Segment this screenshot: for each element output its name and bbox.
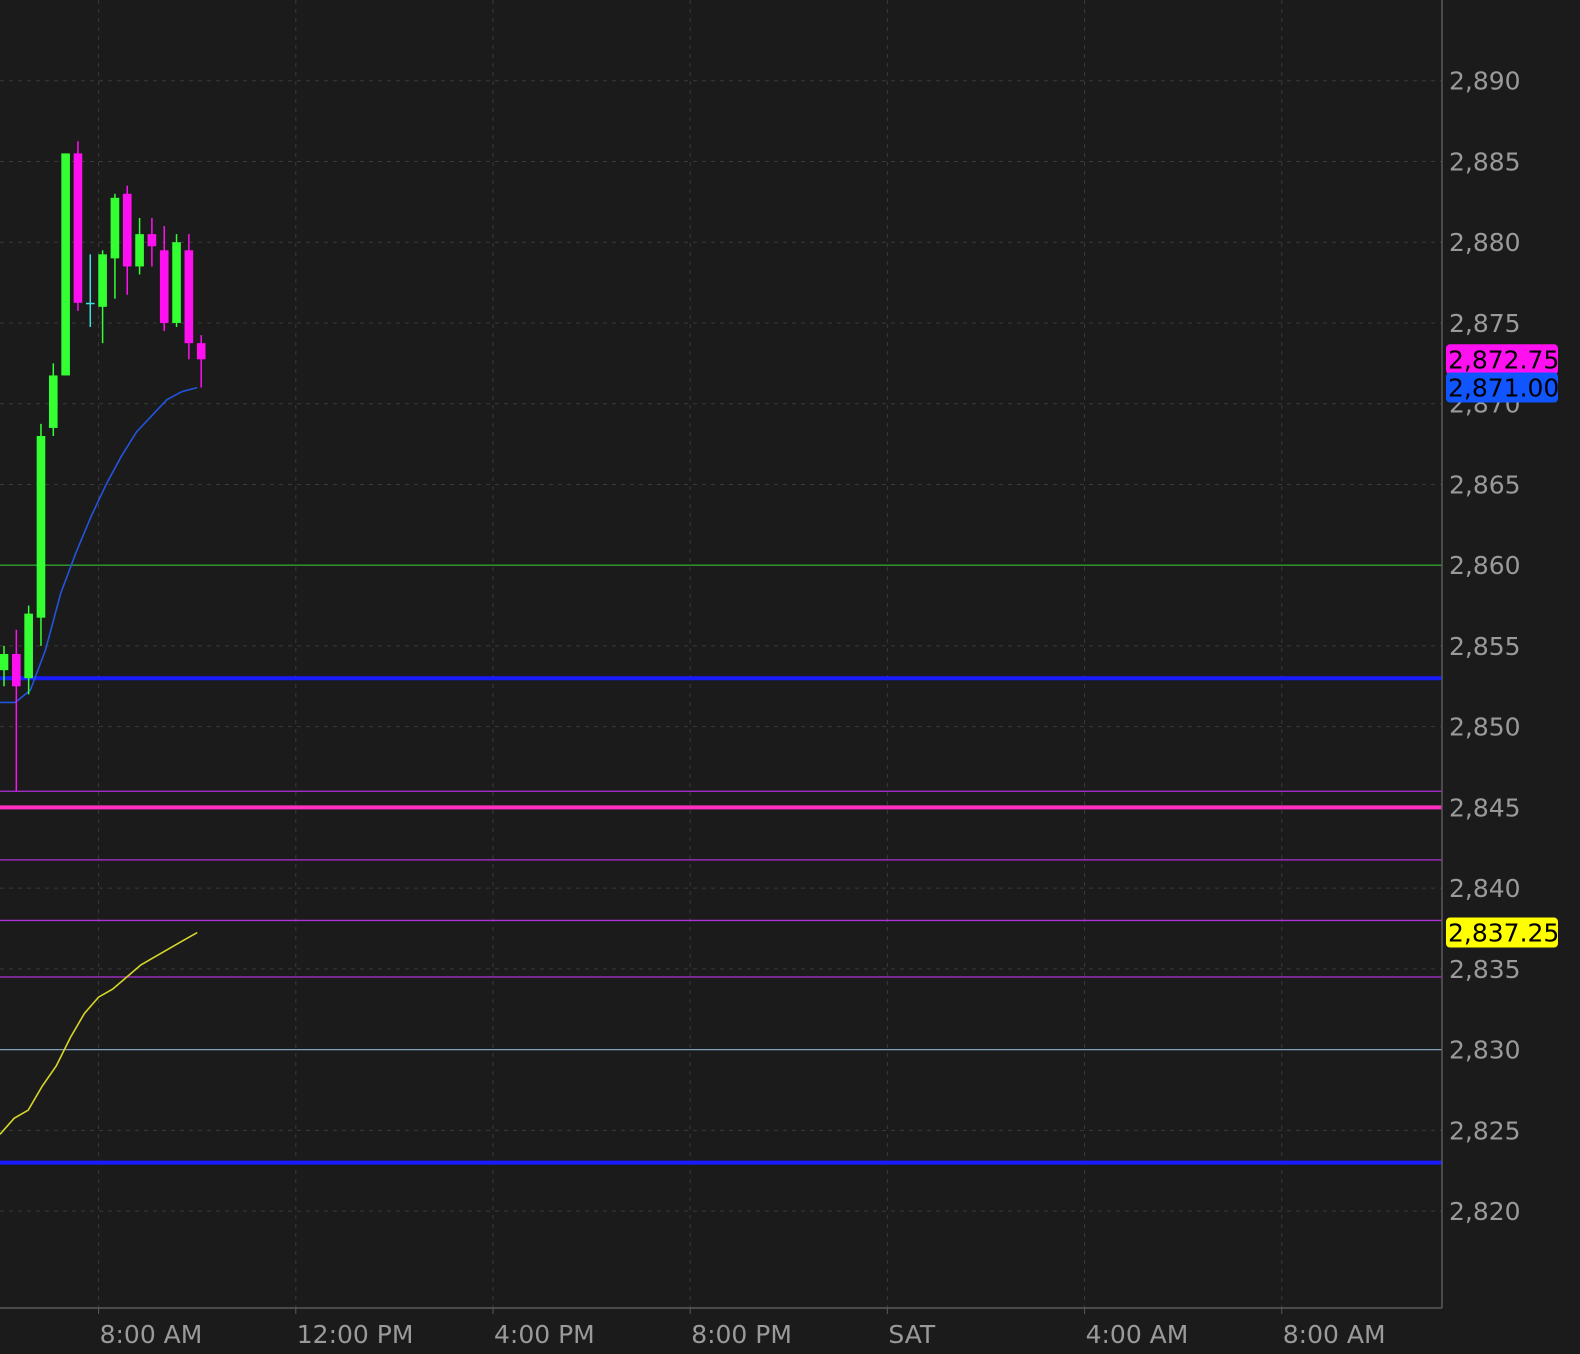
y-tick-label: 2,820 xyxy=(1449,1197,1521,1226)
candle-body xyxy=(61,153,70,376)
candle-body xyxy=(147,234,157,247)
candle-body xyxy=(122,193,132,267)
candle-body xyxy=(36,436,46,618)
y-tick-label: 2,825 xyxy=(1449,1116,1521,1145)
candle-body xyxy=(172,242,181,323)
y-tick-label: 2,850 xyxy=(1449,713,1521,742)
y-tick-label: 2,865 xyxy=(1449,470,1521,499)
candle-body xyxy=(159,250,169,323)
candle-body xyxy=(48,375,58,428)
candle xyxy=(73,141,83,311)
price-label: 2,872.75 xyxy=(1448,345,1559,374)
candle-body xyxy=(184,250,194,344)
candle xyxy=(122,185,132,295)
y-tick-label: 2,890 xyxy=(1449,67,1521,96)
candle-body xyxy=(110,197,120,259)
candle-body xyxy=(24,613,33,679)
x-tick-label: 12:00 PM xyxy=(297,1320,414,1349)
y-tick-label: 2,885 xyxy=(1449,147,1521,176)
candle-body xyxy=(98,254,107,307)
y-tick-label: 2,840 xyxy=(1449,874,1521,903)
overlay-line xyxy=(0,931,198,1135)
candle xyxy=(184,234,194,360)
overlay-lines xyxy=(0,386,198,1135)
level-lines xyxy=(0,564,1442,1165)
candle xyxy=(24,605,33,695)
y-tick-label: 2,845 xyxy=(1449,793,1521,822)
x-tick-label: 8:00 AM xyxy=(1283,1320,1386,1349)
candle xyxy=(85,254,95,327)
x-tick-label: 8:00 AM xyxy=(100,1320,203,1349)
candle xyxy=(172,234,181,327)
price-label: 2,837.25 xyxy=(1448,919,1559,948)
candle-body xyxy=(0,654,9,671)
candle-body xyxy=(12,654,21,687)
candle xyxy=(36,423,46,646)
candle xyxy=(12,629,21,792)
candle xyxy=(48,363,58,436)
candle-body xyxy=(135,234,144,267)
candle xyxy=(135,218,144,275)
candle xyxy=(98,250,107,344)
axes: 2,8902,8852,8802,8752,8702,8652,8602,855… xyxy=(0,0,1521,1349)
x-tick-label: SAT xyxy=(888,1320,935,1349)
price-label: 2,871.00 xyxy=(1448,374,1559,403)
x-tick-label: 4:00 PM xyxy=(494,1320,595,1349)
x-tick-label: 8:00 PM xyxy=(691,1320,792,1349)
candles xyxy=(0,141,206,792)
y-tick-label: 2,830 xyxy=(1449,1036,1521,1065)
y-tick-label: 2,860 xyxy=(1449,551,1521,580)
x-tick-label: 4:00 AM xyxy=(1086,1320,1189,1349)
candle-body xyxy=(85,302,95,305)
candle xyxy=(147,218,157,267)
candle xyxy=(61,153,70,376)
candle-body xyxy=(196,343,206,360)
candle xyxy=(196,335,206,388)
candle xyxy=(110,193,120,299)
candle xyxy=(0,645,9,687)
candle xyxy=(159,226,169,332)
y-tick-label: 2,855 xyxy=(1449,632,1521,661)
y-tick-label: 2,880 xyxy=(1449,228,1521,257)
y-tick-label: 2,875 xyxy=(1449,309,1521,338)
y-tick-label: 2,835 xyxy=(1449,955,1521,984)
candle-body xyxy=(73,153,83,303)
candlestick-chart: 2,8902,8852,8802,8752,8702,8652,8602,855… xyxy=(0,0,1559,1349)
grid xyxy=(0,0,1442,1308)
